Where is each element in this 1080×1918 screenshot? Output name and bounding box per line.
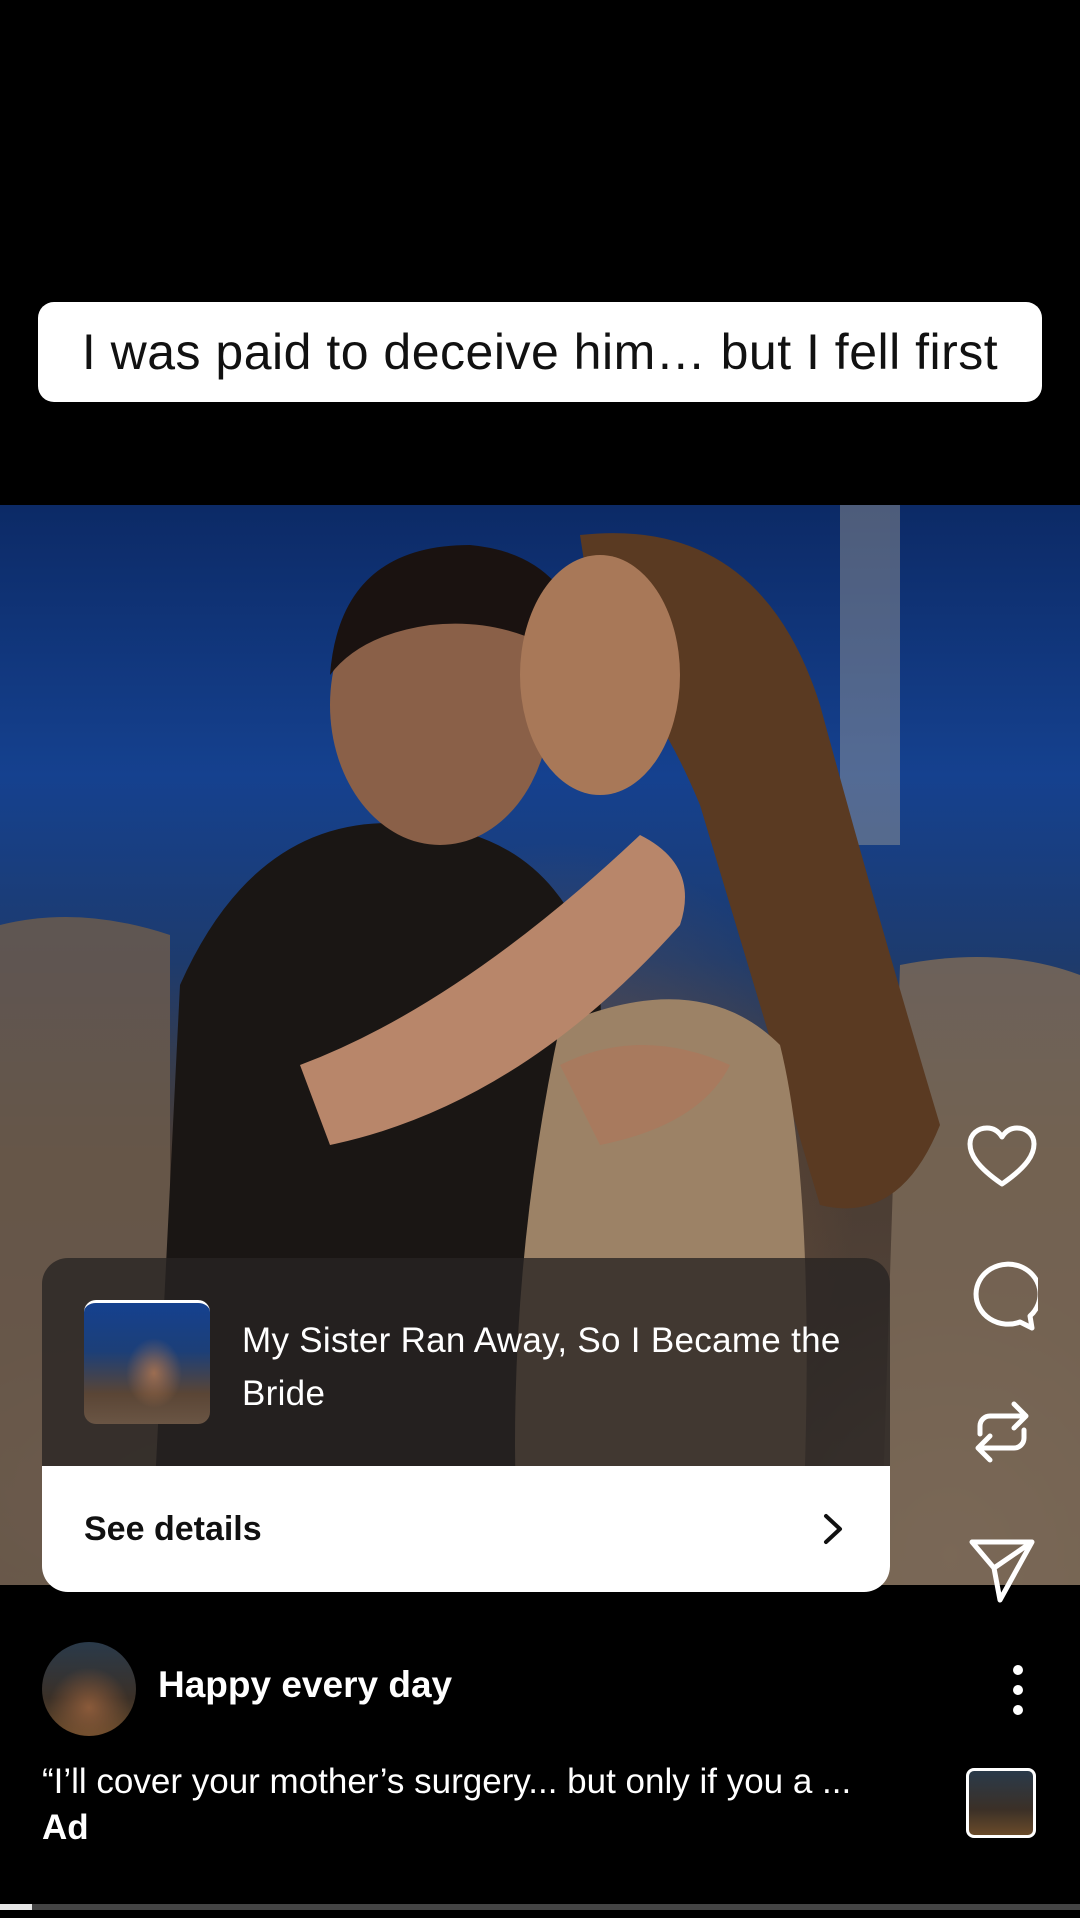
- video-progress-fill: [0, 1904, 33, 1910]
- product-title[interactable]: My Sister Ran Away, So I Became the Brid…: [242, 1314, 862, 1420]
- video-progress-bar[interactable]: [0, 1904, 1080, 1910]
- chevron-right-icon: [824, 1514, 842, 1544]
- username[interactable]: Happy every day: [158, 1664, 452, 1706]
- send-icon[interactable]: [966, 1534, 1038, 1606]
- ad-caption[interactable]: “I’ll cover your mother’s surgery... but…: [42, 1762, 922, 1802]
- product-card[interactable]: My Sister Ran Away, So I Became the Brid…: [42, 1258, 890, 1592]
- repost-icon[interactable]: [966, 1396, 1038, 1468]
- audio-thumbnail[interactable]: [966, 1768, 1036, 1838]
- product-thumbnail[interactable]: [84, 1300, 210, 1424]
- ad-label: Ad: [42, 1808, 89, 1847]
- see-details-label: See details: [84, 1509, 262, 1548]
- comment-icon[interactable]: [966, 1260, 1038, 1332]
- heart-icon[interactable]: [966, 1122, 1038, 1194]
- avatar[interactable]: [42, 1642, 136, 1736]
- product-info[interactable]: My Sister Ran Away, So I Became the Brid…: [42, 1258, 890, 1466]
- video-caption: I was paid to deceive him… but I fell fi…: [38, 302, 1042, 402]
- account-row[interactable]: Happy every day: [42, 1642, 1042, 1736]
- more-options-icon[interactable]: [1008, 1662, 1028, 1718]
- see-details-button[interactable]: See details: [42, 1466, 890, 1592]
